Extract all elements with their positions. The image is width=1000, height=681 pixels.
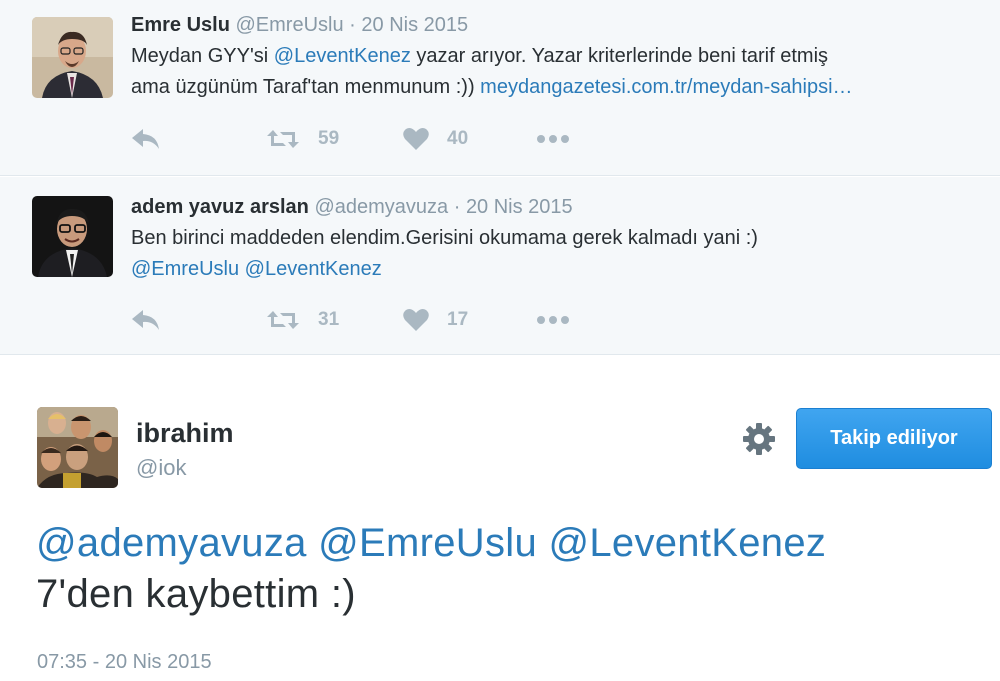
url-link[interactable]: meydangazetesi.com.tr/meydan-sahipsi… [480, 76, 852, 98]
tweet-text-part: yazar arıyor. Yazar kriterlerinde beni t… [410, 45, 829, 67]
tweet-emre-uslu[interactable]: Emre Uslu @EmreUslu · 20 Nis 2015 Meydan… [0, 0, 1000, 176]
retweet-button[interactable]: 31 [266, 309, 403, 331]
retweet-count: 59 [318, 128, 340, 149]
tweet-text: Meydan GYY'si @LeventKenez yazar arıyor.… [131, 41, 990, 103]
more-button[interactable] [536, 315, 570, 325]
reply-button[interactable] [131, 128, 266, 150]
like-button[interactable]: 17 [403, 308, 536, 332]
mention-link[interactable]: @LeventKenez [548, 521, 826, 565]
reply-icon [132, 310, 159, 330]
tweet-text: Ben birinci maddeden elendim.Gerisini ok… [131, 223, 990, 285]
more-dots-icon [537, 316, 569, 324]
gear-icon [743, 423, 775, 455]
tweet-text: @ademyavuza @EmreUslu @LeventKenez 7'den… [36, 518, 986, 620]
author-handle[interactable]: @ademyavuza [314, 196, 448, 218]
more-button[interactable] [536, 134, 570, 144]
avatar[interactable] [32, 17, 113, 98]
mention-link[interactable]: @EmreUslu [131, 258, 239, 280]
tweet-content: adem yavuz arslan @ademyavuza · 20 Nis 2… [131, 194, 990, 285]
heart-icon [403, 128, 429, 150]
author-name[interactable]: adem yavuz arslan [131, 196, 309, 218]
separator: · [453, 196, 461, 218]
tweet-date[interactable]: 20 Nis 2015 [466, 196, 573, 218]
more-dots-icon [537, 135, 569, 143]
settings-button[interactable] [742, 422, 776, 456]
tweet-date[interactable]: 20 Nis 2015 [361, 14, 468, 36]
avatar[interactable] [32, 196, 113, 277]
author-handle[interactable]: @EmreUslu [236, 14, 344, 36]
author-name[interactable]: ibrahim [136, 418, 234, 449]
tweet-content: Emre Uslu @EmreUslu · 20 Nis 2015 Meydan… [131, 12, 990, 103]
reply-icon [132, 129, 159, 149]
retweet-icon [267, 311, 299, 329]
mention-link[interactable]: @ademyavuza [36, 521, 307, 565]
mention-link[interactable]: @EmreUslu [318, 521, 537, 565]
tweet-timestamp[interactable]: 07:35 - 20 Nis 2015 [37, 651, 212, 674]
like-button[interactable]: 40 [403, 127, 536, 151]
avatar[interactable] [37, 407, 118, 488]
heart-icon [403, 309, 429, 331]
tweet-text-part: Meydan GYY'si [131, 45, 274, 67]
tweet-adem-yavuz-arslan[interactable]: adem yavuz arslan @ademyavuza · 20 Nis 2… [0, 177, 1000, 355]
avatar-photo-icon [32, 196, 113, 277]
like-count: 40 [447, 128, 469, 149]
avatar-photo-icon [32, 17, 113, 98]
reply-button[interactable] [131, 309, 266, 331]
group-selfie-photo-icon [37, 407, 118, 488]
mention-link[interactable]: @LeventKenez [245, 258, 382, 280]
like-count: 17 [447, 309, 469, 330]
tweet-text-part: 7'den kaybettim :) [36, 572, 356, 616]
author-handle[interactable]: @iok [136, 455, 186, 481]
tweet-text-part: Ben birinci maddeden elendim.Gerisini ok… [131, 227, 758, 249]
tweet-actions: 59 40 [131, 124, 570, 154]
tweet-actions: 31 17 [131, 305, 570, 335]
mention-link[interactable]: @LeventKenez [274, 45, 411, 67]
tweet-header: adem yavuz arslan @ademyavuza · 20 Nis 2… [131, 194, 990, 220]
retweet-button[interactable]: 59 [266, 128, 403, 150]
tweet-header: Emre Uslu @EmreUslu · 20 Nis 2015 [131, 12, 990, 38]
separator: · [349, 14, 356, 36]
tweet-text-part: ama üzgünüm Taraf'tan menmunum :)) [131, 76, 481, 98]
retweet-icon [267, 130, 299, 148]
author-name[interactable]: Emre Uslu [131, 14, 230, 36]
retweet-count: 31 [318, 309, 340, 330]
following-button[interactable]: Takip ediliyor [796, 408, 992, 469]
main-tweet: ibrahim @iok Takip ediliyor @ademyavuza … [0, 356, 1000, 681]
